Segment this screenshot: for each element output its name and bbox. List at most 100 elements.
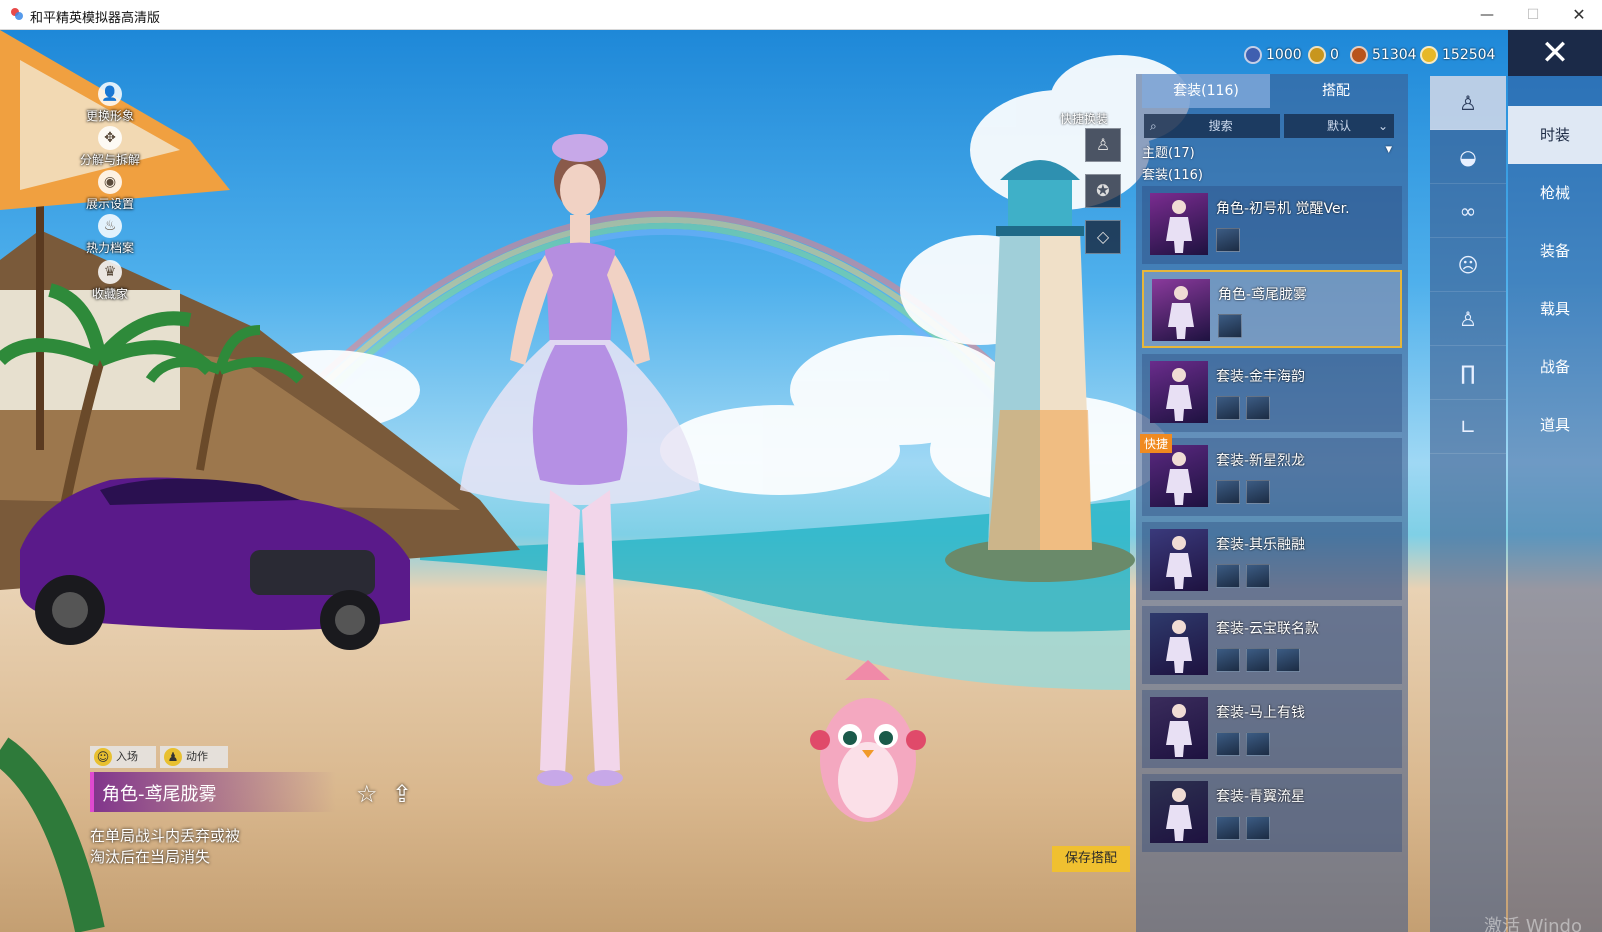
outfit-part-thumbnail[interactable] [1246, 816, 1270, 840]
selected-item-name-bar: 角色-鸢尾胧雾 [90, 772, 336, 812]
tab-combat-prep[interactable]: 战备 [1508, 338, 1602, 396]
search-input[interactable]: ⌕ 搜索 [1144, 114, 1280, 138]
app-icon [11, 8, 23, 20]
figure-icon [1166, 704, 1192, 757]
mask-icon[interactable]: ☹ [1430, 238, 1506, 292]
outfit-list-item[interactable]: 角色-鸢尾胧雾 [1142, 270, 1402, 348]
quick-slot-badge[interactable]: ✪ [1085, 174, 1121, 208]
emote-action-button[interactable]: ♟ 动作 [160, 746, 228, 768]
tab-vehicles[interactable]: 载具 [1508, 280, 1602, 338]
heat-archive-button[interactable]: ♨ 热力档案 [70, 214, 150, 256]
outfit-thumbnail [1150, 529, 1208, 591]
quick-slot-outfit[interactable]: ♙ [1085, 128, 1121, 162]
maximize-button[interactable]: ☐ [1510, 0, 1556, 30]
window-title: 和平精英模拟器高清版 [30, 11, 161, 26]
outfit-part-thumbnail[interactable] [1216, 396, 1240, 420]
pink-pet [810, 660, 926, 822]
eye-icon: ◉ [98, 170, 122, 194]
minimize-button[interactable]: — [1464, 0, 1510, 30]
description-line: 在单局战斗内丢弃或被 [90, 827, 241, 845]
figure-icon [1166, 788, 1192, 841]
top-icon[interactable]: ♙ [1430, 292, 1506, 346]
display-settings-button[interactable]: ◉ 展示设置 [70, 170, 150, 212]
outfit-part-thumbnail[interactable] [1246, 480, 1270, 504]
decompose-icon: ✥ [98, 126, 122, 150]
share-icon[interactable]: ⇪ [392, 780, 412, 808]
outfit-icon[interactable]: ♙ [1430, 76, 1506, 130]
close-icon[interactable]: ✕ [1508, 30, 1602, 76]
quick-slot-diamond[interactable]: ◇ [1085, 220, 1121, 254]
window-close-button[interactable]: ✕ [1556, 0, 1602, 30]
figure-icon [1166, 452, 1192, 505]
tool-label: 热力档案 [85, 241, 134, 255]
entrance-action-button[interactable]: ☺ 入场 [90, 746, 156, 768]
decompose-button[interactable]: ✥ 分解与拆解 [70, 126, 150, 168]
outfit-part-thumbnail[interactable] [1216, 564, 1240, 588]
outfit-part-thumbnail[interactable] [1246, 732, 1270, 756]
outfit-thumbnail [1150, 193, 1208, 255]
tool-label: 收藏家 [91, 287, 128, 301]
pants-icon[interactable]: ∏ [1430, 346, 1506, 400]
outfit-list-item[interactable]: 套装-其乐融融 [1142, 522, 1402, 600]
outfit-part-thumbnail[interactable] [1216, 732, 1240, 756]
figure-icon [1166, 200, 1192, 253]
outfit-part-thumbnail[interactable] [1246, 396, 1270, 420]
outfit-part-thumbnail[interactable] [1246, 648, 1270, 672]
save-outfit-button[interactable]: 保存搭配 [1052, 846, 1130, 872]
action-label: 动作 [186, 750, 208, 763]
currency-value: 152504 [1442, 47, 1496, 63]
person-icon: 👤 [98, 82, 122, 106]
outfit-part-thumbnail[interactable] [1216, 228, 1240, 252]
caret-down-icon: ▾ [1385, 142, 1392, 157]
outfit-part-thumbnail[interactable] [1216, 816, 1240, 840]
sort-dropdown[interactable]: 默认 ⌄ [1284, 114, 1394, 138]
hat-icon[interactable]: ◒ [1430, 130, 1506, 184]
category-icon-column: ♙ ◒ ∞ ☹ ♙ ∏ ∟ [1430, 76, 1506, 932]
tab-items[interactable]: 道具 [1508, 396, 1602, 454]
outfit-part-thumbnail[interactable] [1276, 648, 1300, 672]
side-tab-column: 时装 枪械 装备 载具 战备 道具 [1508, 76, 1602, 932]
currency-value: 1000 [1266, 47, 1302, 63]
quick-change-label[interactable]: 快捷换装 [1060, 110, 1108, 127]
tab-weapons[interactable]: 枪械 [1508, 164, 1602, 222]
game-viewport: 👤 更换形象 ✥ 分解与拆解 ◉ 展示设置 ♨ 热力档案 ♛ 收藏家 1000 … [0, 30, 1602, 932]
change-appearance-button[interactable]: 👤 更换形象 [70, 82, 150, 124]
outfit-list-item[interactable]: 套装-云宝联名款 [1142, 606, 1402, 684]
outfit-thumbnail [1150, 445, 1208, 507]
tab-fashion[interactable]: 时装 [1508, 106, 1602, 164]
item-description: 在单局战斗内丢弃或被 淘汰后在当局消失 [90, 826, 240, 868]
theme-section-header[interactable]: 主题(17) ▾ [1142, 142, 1392, 161]
search-placeholder: 搜索 [1208, 119, 1233, 133]
theme-section-label: 主题(17) [1142, 146, 1195, 161]
outfit-list-panel: 套装(116) 搭配 ⌕ 搜索 默认 ⌄ 主题(17) ▾ 套装(116) 角色… [1136, 74, 1408, 932]
outfit-list-item[interactable]: 套装-青翼流星 [1142, 774, 1402, 852]
diamond-coin-icon [1244, 46, 1262, 64]
outfit-part-thumbnail[interactable] [1246, 564, 1270, 588]
currency-gold: 0 [1308, 44, 1339, 66]
tab-match[interactable]: 搭配 [1270, 74, 1402, 108]
outfit-list-item[interactable]: 角色-初号机 觉醒Ver. [1142, 186, 1402, 264]
outfit-part-thumbnail[interactable] [1216, 648, 1240, 672]
tool-label: 分解与拆解 [79, 153, 140, 167]
collector-button[interactable]: ♛ 收藏家 [70, 260, 150, 302]
currency-bp: 152504 [1420, 44, 1495, 66]
outfit-name: 套装-其乐融融 [1216, 537, 1306, 553]
figure-icon [1168, 286, 1194, 339]
tab-equipment[interactable]: 装备 [1508, 222, 1602, 280]
glasses-icon[interactable]: ∞ [1430, 184, 1506, 238]
star-icon[interactable]: ☆ [356, 780, 378, 808]
figure-icon [1166, 620, 1192, 673]
figure-icon [1166, 368, 1192, 421]
sort-value: 默认 [1326, 119, 1351, 133]
tab-suits[interactable]: 套装(116) [1142, 74, 1270, 108]
outfit-list-item[interactable]: 套装-马上有钱 [1142, 690, 1402, 768]
outfit-part-thumbnail[interactable] [1216, 480, 1240, 504]
outfit-name: 套装-云宝联名款 [1216, 621, 1320, 637]
outfit-list-item[interactable]: 套装-金丰海韵 [1142, 354, 1402, 432]
outfit-part-thumbnail[interactable] [1218, 314, 1242, 338]
tool-label: 更换形象 [85, 109, 134, 123]
outfit-list-item[interactable]: 快捷 套装-新星烈龙 [1140, 434, 1402, 516]
shoes-icon[interactable]: ∟ [1430, 400, 1506, 454]
figure-icon [1166, 536, 1192, 589]
outfit-thumbnail [1150, 697, 1208, 759]
